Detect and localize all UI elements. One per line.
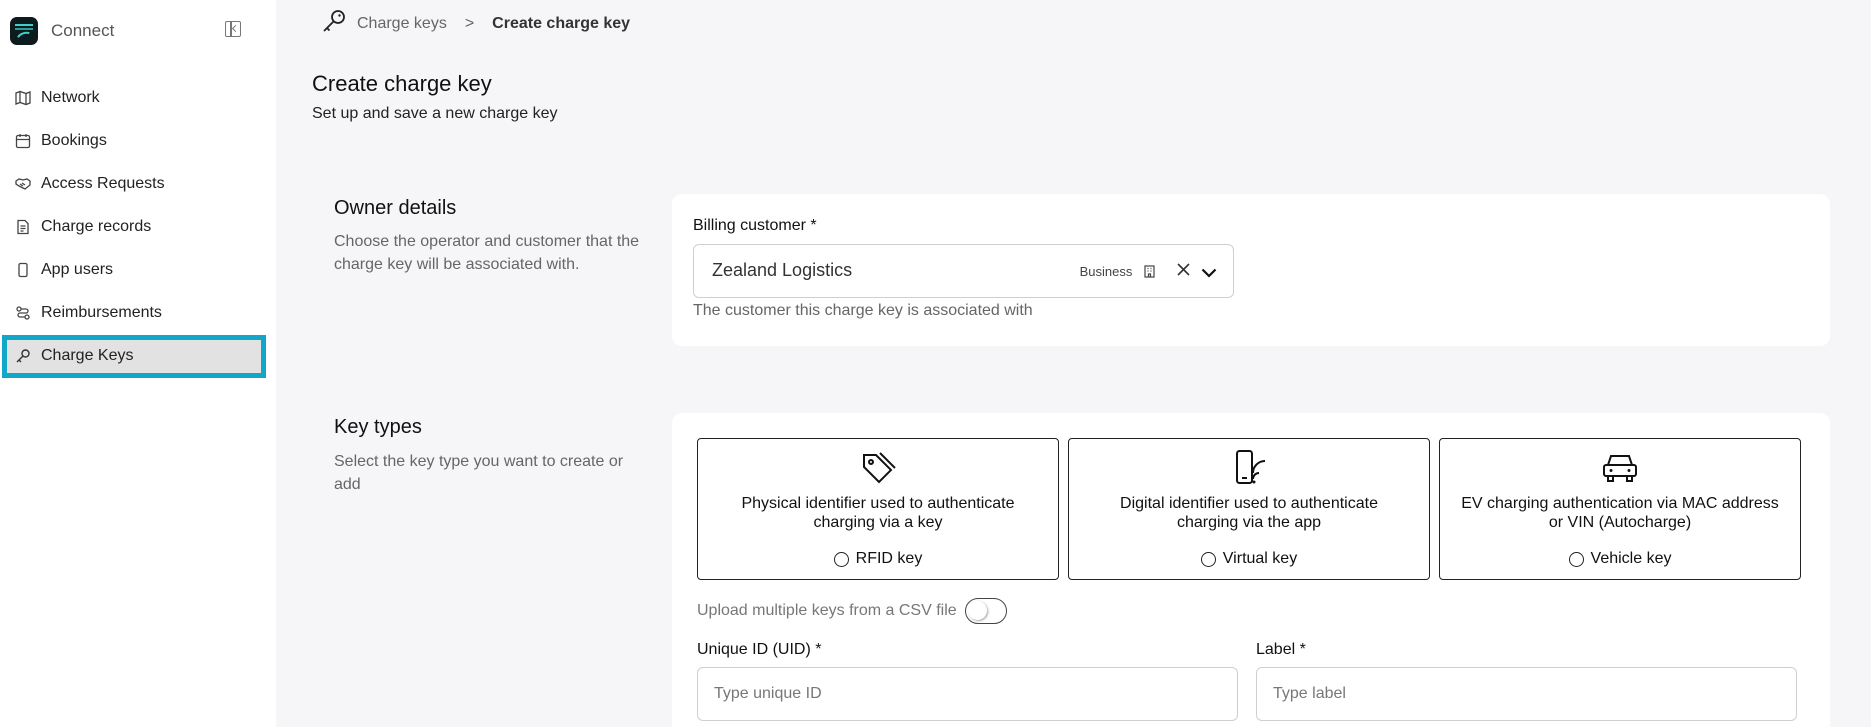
chevron-down-icon[interactable]: [1201, 265, 1217, 283]
rfid-key-radio[interactable]: RFID key: [698, 550, 1058, 568]
radio-circle[interactable]: [833, 551, 849, 567]
virtual-key-label: Virtual key: [1222, 550, 1298, 567]
sidebar-nav: Network Bookings Access Requests Charge …: [0, 76, 276, 378]
page-title: Create charge key: [312, 71, 492, 96]
csv-upload-row: Upload multiple keys from a CSV file: [697, 598, 1007, 624]
key-type-option-vehicle[interactable]: EV charging authentication via MAC addre…: [1439, 438, 1801, 580]
breadcrumb-charge-keys-link[interactable]: Charge keys: [357, 15, 447, 33]
key-types-title: Key types: [334, 416, 422, 438]
app-name: Connect: [51, 21, 115, 40]
phone-icon: [15, 262, 31, 278]
clear-icon[interactable]: [1176, 262, 1191, 282]
main-content: Charge keys > Create charge key Create c…: [276, 0, 1871, 727]
sidebar-item-charge-keys[interactable]: Charge Keys: [0, 334, 276, 378]
sidebar-item-label: App users: [41, 260, 114, 278]
sidebar-collapse-icon[interactable]: [225, 21, 241, 37]
billing-customer-label: Billing customer *: [693, 217, 817, 234]
uid-input[interactable]: [697, 667, 1238, 721]
csv-upload-toggle[interactable]: [964, 598, 1007, 624]
phone-wireless-icon: [1229, 449, 1269, 492]
owner-details-title: Owner details: [334, 197, 457, 219]
billing-customer-value: Zealand Logistics: [712, 260, 853, 280]
virtual-key-radio[interactable]: Virtual key: [1069, 550, 1429, 568]
uid-label: Unique ID (UID) *: [697, 641, 822, 658]
car-icon: [1600, 449, 1640, 490]
handshake-icon: [15, 176, 31, 192]
map-icon: [15, 90, 31, 106]
owner-details-card: Billing customer * Zealand Logistics Bus…: [672, 194, 1830, 346]
csv-upload-label: Upload multiple keys from a CSV file: [697, 602, 957, 619]
sidebar-item-label: Access Requests: [41, 174, 165, 192]
radio-circle[interactable]: [1200, 551, 1216, 567]
sidebar-item-network[interactable]: Network: [0, 76, 276, 119]
vehicle-key-radio[interactable]: Vehicle key: [1440, 550, 1800, 568]
billing-customer-helper: The customer this charge key is associat…: [693, 302, 1033, 319]
key-type-description: Physical identifier used to authenticate…: [741, 495, 1015, 531]
label-input[interactable]: [1256, 667, 1797, 721]
app-logo: [10, 17, 38, 45]
breadcrumb-separator: >: [464, 14, 475, 32]
owner-details-description: Choose the operator and customer that th…: [334, 233, 640, 273]
brand[interactable]: Connect: [10, 17, 114, 45]
sidebar-item-label: Charge records: [41, 217, 152, 235]
radio-circle[interactable]: [1568, 551, 1584, 567]
key-icon: [321, 8, 347, 39]
sidebar-item-label: Charge Keys: [41, 346, 134, 364]
sidebar-item-charge-records[interactable]: Charge records: [0, 205, 276, 248]
page-subtitle: Set up and save a new charge key: [312, 105, 558, 122]
key-type-description: EV charging authentication via MAC addre…: [1461, 495, 1779, 531]
sidebar-item-label: Reimbursements: [41, 303, 162, 321]
calendar-icon: [15, 133, 31, 149]
sidebar-item-bookings[interactable]: Bookings: [0, 119, 276, 162]
sidebar-item-app-users[interactable]: App users: [0, 248, 276, 291]
building-icon: [1144, 265, 1155, 278]
breadcrumb: Charge keys > Create charge key: [321, 8, 630, 39]
key-type-option-virtual[interactable]: Digital identifier used to authenticate …: [1068, 438, 1430, 580]
sidebar-item-label: Bookings: [41, 131, 107, 149]
route-icon: [15, 305, 31, 321]
customer-type-badge: Business: [1080, 264, 1155, 279]
sidebar-item-label: Network: [41, 88, 100, 106]
vehicle-key-label: Vehicle key: [1590, 550, 1672, 567]
key-type-description: Digital identifier used to authenticate …: [1120, 495, 1378, 531]
key-icon: [15, 348, 31, 364]
rfid-key-label: RFID key: [855, 550, 923, 567]
breadcrumb-current: Create charge key: [492, 14, 631, 32]
sidebar-item-reimbursements[interactable]: Reimbursements: [0, 291, 276, 334]
tag-icon: [858, 449, 898, 490]
key-types-description: Select the key type you want to create o…: [334, 453, 624, 493]
document-icon: [15, 219, 31, 235]
key-type-option-rfid[interactable]: Physical identifier used to authenticate…: [697, 438, 1059, 580]
sidebar-item-access-requests[interactable]: Access Requests: [0, 162, 276, 205]
sidebar: Connect Network Bookings Access Requests: [0, 0, 276, 727]
label-label: Label *: [1256, 641, 1306, 658]
billing-customer-select[interactable]: Zealand Logistics Business: [693, 244, 1234, 298]
